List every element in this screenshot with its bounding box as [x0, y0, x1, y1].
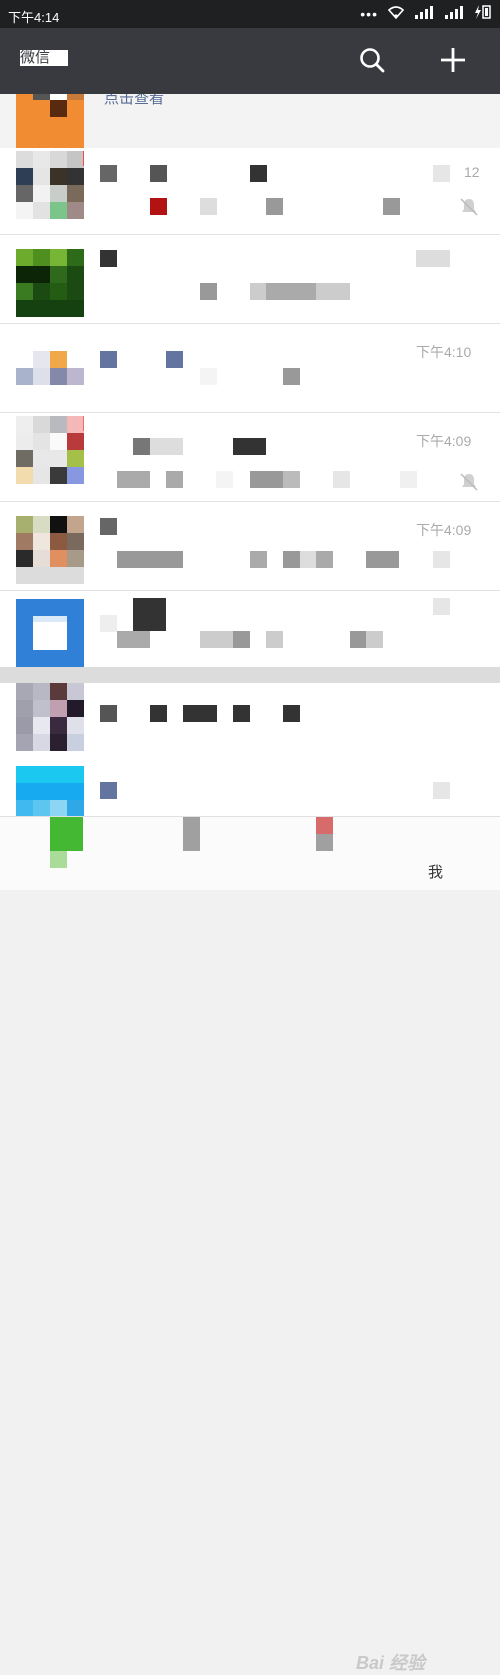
pinned-row[interactable]: 点击查看	[0, 94, 500, 149]
chat-row[interactable]	[0, 591, 500, 667]
avatar	[16, 516, 84, 584]
notification-dots: •••	[360, 5, 378, 22]
wifi-icon	[387, 5, 405, 22]
signal-icon-2	[444, 5, 464, 22]
search-icon	[360, 48, 385, 73]
discover-tab-icon-part	[316, 834, 333, 851]
chat-time: 12	[464, 164, 480, 180]
chat-time: 下午4:09	[416, 433, 472, 449]
status-bar: 下午4:14 •••	[0, 0, 500, 28]
chat-row[interactable]: 下午4:10	[0, 324, 500, 413]
chat-row[interactable]: 下午4:09	[0, 413, 500, 502]
bottom-tab-bar: Bai 经验 我	[0, 816, 500, 1673]
app-header: 微信	[0, 28, 500, 94]
avatar	[16, 334, 84, 402]
chat-time: 下午4:10	[416, 344, 472, 360]
chat-row[interactable]	[0, 683, 500, 753]
avatar	[16, 249, 84, 317]
avatar	[16, 599, 84, 667]
mute-icon	[460, 198, 478, 216]
plus-icon	[441, 48, 465, 72]
chat-list[interactable]: 点击查看 12 下午4:10 下午4:09 下午4:09	[0, 94, 500, 816]
chat-row[interactable]	[0, 235, 500, 324]
status-time: 下午4:14	[8, 10, 60, 25]
pinned-title: 点击查看	[104, 94, 165, 107]
avatar	[16, 416, 84, 484]
discover-tab-icon[interactable]	[316, 817, 333, 834]
search-button[interactable]	[352, 40, 392, 80]
contacts-tab-icon[interactable]	[183, 817, 200, 851]
chats-tab-icon[interactable]	[50, 817, 83, 851]
chats-tab-icon-part	[50, 851, 67, 868]
status-icons: •••	[360, 5, 492, 22]
chat-row[interactable]	[0, 754, 500, 816]
chat-time: 下午4:09	[416, 522, 472, 538]
chat-row[interactable]: 下午4:09	[0, 502, 500, 591]
mute-icon	[460, 473, 478, 491]
signal-icon-1	[414, 5, 434, 22]
avatar	[16, 766, 84, 816]
avatar	[16, 94, 84, 148]
avatar	[16, 683, 84, 751]
add-button[interactable]	[433, 40, 473, 80]
battery-icon	[474, 5, 492, 22]
watermark-text: Bai 经验	[356, 1653, 426, 1673]
section-divider	[0, 667, 500, 683]
page-title: 微信	[20, 50, 68, 66]
avatar	[16, 151, 84, 219]
tab-me[interactable]: 我	[428, 861, 443, 882]
chat-row[interactable]: 12	[0, 148, 500, 235]
